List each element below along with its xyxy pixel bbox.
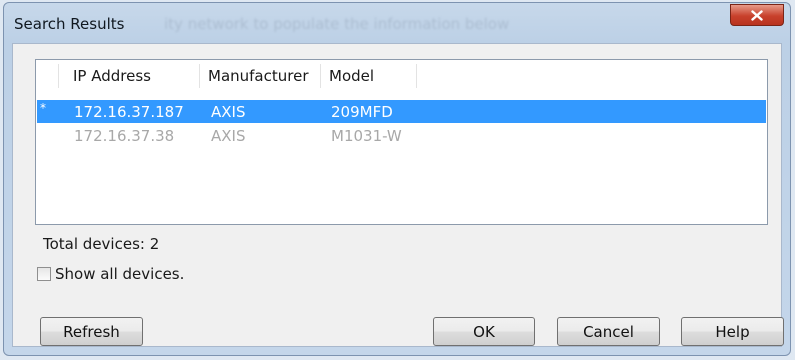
ip-address-cell: 172.16.37.38: [74, 127, 175, 145]
refresh-button[interactable]: Refresh: [40, 317, 143, 346]
cancel-button[interactable]: Cancel: [557, 317, 660, 346]
column-separator: [58, 64, 59, 88]
total-devices-label: Total devices: 2: [43, 235, 160, 253]
background-window-text: ity network to populate the information …: [164, 15, 510, 33]
ok-button[interactable]: OK: [433, 317, 535, 346]
show-all-devices-label[interactable]: Show all devices.: [55, 265, 184, 283]
manufacturer-cell: AXIS: [211, 103, 246, 121]
column-header-manufacturer[interactable]: Manufacturer: [208, 67, 309, 87]
column-separator: [199, 64, 200, 88]
model-cell: M1031-W: [331, 127, 402, 145]
device-list[interactable]: IP Address Manufacturer Model * 172.16.3…: [35, 59, 768, 225]
ip-address-cell: 172.16.37.187: [74, 103, 184, 121]
model-cell: 209MFD: [331, 103, 393, 121]
title-bar[interactable]: Search Results ity network to populate t…: [4, 3, 790, 43]
column-header-model[interactable]: Model: [329, 67, 374, 87]
column-separator: [416, 64, 417, 88]
column-header-ip-address[interactable]: IP Address: [73, 67, 151, 87]
search-results-dialog: Search Results ity network to populate t…: [3, 2, 791, 356]
help-button[interactable]: Help: [681, 317, 784, 346]
close-icon: [751, 9, 763, 21]
table-row[interactable]: 172.16.37.38 AXIS M1031-W: [37, 124, 766, 147]
row-marker: *: [40, 101, 46, 115]
list-header: IP Address Manufacturer Model: [36, 60, 767, 92]
show-all-devices-checkbox[interactable]: [37, 267, 51, 281]
dialog-body: IP Address Manufacturer Model * 172.16.3…: [12, 43, 784, 347]
close-button[interactable]: [730, 4, 784, 26]
column-separator: [320, 64, 321, 88]
show-all-devices-option[interactable]: Show all devices.: [37, 264, 184, 284]
dialog-title: Search Results: [14, 15, 125, 33]
table-row[interactable]: * 172.16.37.187 AXIS 209MFD: [37, 100, 766, 123]
manufacturer-cell: AXIS: [211, 127, 246, 145]
